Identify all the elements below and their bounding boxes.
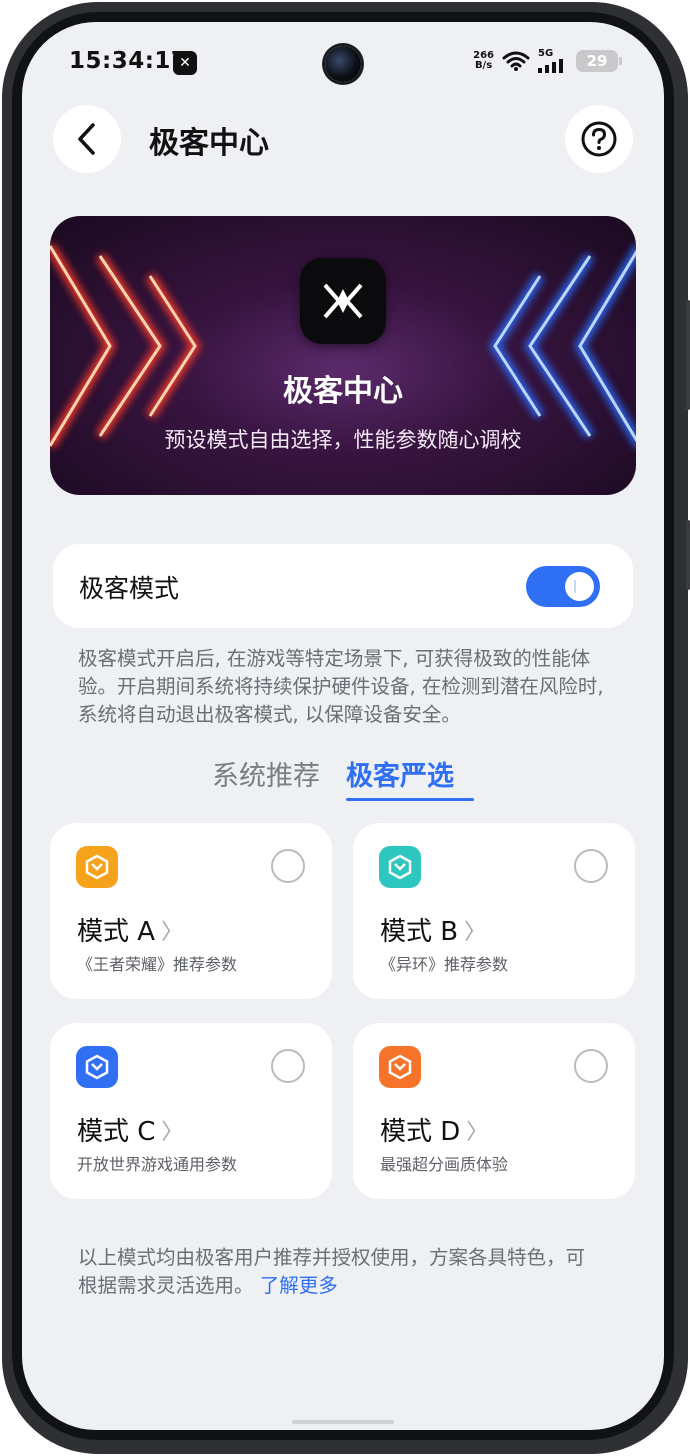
mode-d-icon xyxy=(379,1046,421,1088)
mode-b-radio[interactable] xyxy=(574,849,608,883)
chevron-right-icon: 〉 xyxy=(161,919,184,945)
power-button xyxy=(686,520,690,590)
mode-c-icon xyxy=(76,1046,118,1088)
mode-a-icon xyxy=(76,846,118,888)
mode-card-c[interactable]: 模式 C 〉 开放世界游戏通用参数 xyxy=(50,1023,332,1199)
mode-a-radio[interactable] xyxy=(271,849,305,883)
battery-indicator: 29 xyxy=(576,50,622,72)
tab-geek-selection[interactable]: 极客严选 xyxy=(346,754,454,793)
mode-b-icon xyxy=(379,846,421,888)
footer-note: 以上模式均由极客用户推荐并授权使用，方案各具特色，可根据需求灵活选用。 了解更多 xyxy=(78,1246,586,1297)
chevron-right-icon: 〉 xyxy=(464,919,487,945)
mode-c-desc: 开放世界游戏通用参数 xyxy=(77,1155,238,1174)
mode-a-name: 模式 A 〉 xyxy=(77,911,183,948)
back-button[interactable] xyxy=(53,105,121,173)
mode-b-desc: 《异环》推荐参数 xyxy=(380,955,509,974)
status-icons: 266 B/s 5G 29 xyxy=(473,49,622,73)
front-camera xyxy=(325,46,361,82)
geek-app-status-icon: ✕ xyxy=(173,51,197,75)
mode-card-b[interactable]: 模式 B 〉 《异环》推荐参数 xyxy=(353,823,635,999)
mode-c-radio[interactable] xyxy=(271,1049,305,1083)
mode-d-radio[interactable] xyxy=(574,1049,608,1083)
geek-mode-toggle[interactable] xyxy=(526,566,600,607)
status-time: 15:34:17 xyxy=(69,48,188,74)
page-title: 极客中心 xyxy=(149,126,269,161)
wifi-icon xyxy=(502,51,530,71)
chevron-right-icon: 〉 xyxy=(161,1119,184,1145)
volume-button xyxy=(686,300,690,410)
mode-card-a[interactable]: 模式 A 〉 《王者荣耀》推荐参数 xyxy=(50,823,332,999)
mode-d-name: 模式 D 〉 xyxy=(380,1111,488,1148)
chevron-right-icon: 〉 xyxy=(466,1119,489,1145)
banner-subtitle: 预设模式自由选择，性能参数随心调校 xyxy=(164,428,522,452)
geek-mode-label: 极客模式 xyxy=(79,574,180,603)
home-indicator[interactable] xyxy=(292,1420,394,1424)
geek-mode-card: 极客模式 xyxy=(53,544,633,628)
tab-system-recommend[interactable]: 系统推荐 xyxy=(212,754,320,793)
signal-icon xyxy=(538,59,563,73)
tab-underline xyxy=(346,798,474,801)
chevron-left-icon xyxy=(78,123,95,155)
mode-b-name: 模式 B 〉 xyxy=(380,911,486,948)
screen: 15:34:17 ✕ 266 B/s 5G 29 极客中心 极客中心 预设模式自… xyxy=(22,22,664,1430)
mode-card-d[interactable]: 模式 D 〉 最强超分画质体验 xyxy=(353,1023,635,1199)
mode-a-desc: 《王者荣耀》推荐参数 xyxy=(77,955,238,974)
net-speed: 266 B/s xyxy=(473,50,494,71)
toggle-knob xyxy=(565,572,594,601)
help-button[interactable] xyxy=(565,105,633,173)
mode-c-name: 模式 C 〉 xyxy=(77,1111,183,1148)
network-type: 5G xyxy=(538,48,554,59)
geek-mode-description: 极客模式开启后, 在游戏等特定场景下, 可获得极致的性能体验。开启期间系统将持续… xyxy=(78,647,604,726)
help-icon xyxy=(581,121,617,157)
hero-banner: 极客中心 预设模式自由选择，性能参数随心调校 xyxy=(50,216,636,495)
learn-more-link[interactable]: 了解更多 xyxy=(260,1274,338,1297)
banner-title: 极客中心 xyxy=(283,374,403,409)
geek-logo-icon xyxy=(300,258,386,344)
mode-d-desc: 最强超分画质体验 xyxy=(380,1155,509,1174)
cellular-signal: 5G xyxy=(538,49,568,73)
